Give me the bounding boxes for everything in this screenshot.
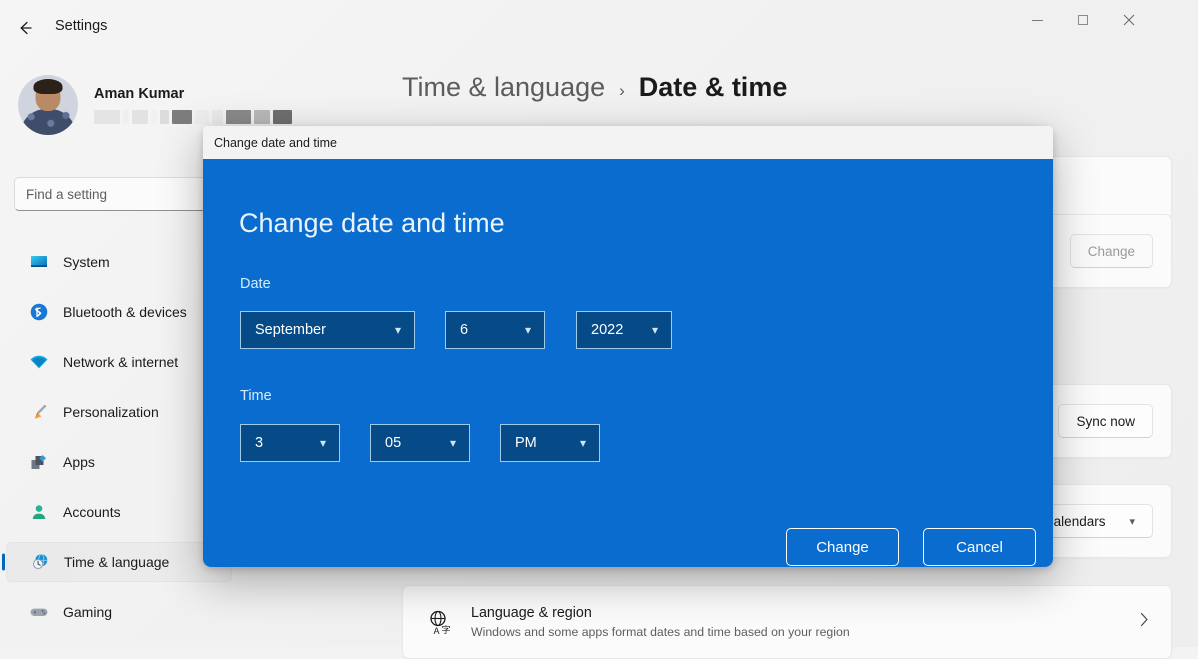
search-input[interactable] xyxy=(14,177,214,211)
redaction-block xyxy=(132,110,148,124)
year-dropdown[interactable]: 2022 ▾ xyxy=(576,311,672,349)
redaction-block xyxy=(195,110,209,124)
button-label: Cancel xyxy=(956,539,1003,556)
minute-value: 05 xyxy=(371,435,450,451)
chevron-down-icon: ▾ xyxy=(320,437,339,449)
sidebar-item-label: System xyxy=(63,254,110,270)
sidebar-item-label: Gaming xyxy=(63,604,112,620)
maximize-button[interactable] xyxy=(1060,0,1106,40)
chevron-down-icon: ▾ xyxy=(395,324,414,336)
day-value: 6 xyxy=(446,322,525,338)
time-label: Time xyxy=(240,388,272,404)
avatar xyxy=(18,75,78,135)
change-button[interactable]: Change xyxy=(786,528,899,566)
close-button[interactable] xyxy=(1106,0,1152,40)
date-label: Date xyxy=(240,276,271,292)
chevron-down-icon: ▾ xyxy=(1129,515,1135,528)
sync-now-button[interactable]: Sync now xyxy=(1058,404,1153,438)
back-arrow-icon[interactable] xyxy=(10,12,42,44)
sidebar-item-system[interactable]: System xyxy=(6,242,232,282)
svg-text:A: A xyxy=(433,626,439,635)
window-title: Settings xyxy=(55,18,107,34)
sidebar-item-time-language[interactable]: Time & language xyxy=(6,542,232,582)
bluetooth-icon xyxy=(28,301,50,323)
paintbrush-icon xyxy=(28,401,50,423)
sidebar-item-label: Apps xyxy=(63,454,95,470)
breadcrumb-parent[interactable]: Time & language xyxy=(402,72,605,103)
selection-indicator xyxy=(2,554,5,571)
minimize-icon xyxy=(1032,20,1043,21)
chevron-down-icon: ▾ xyxy=(525,324,544,336)
hour-dropdown[interactable]: 3 ▾ xyxy=(240,424,340,462)
sidebar-item-bluetooth-devices[interactable]: Bluetooth & devices xyxy=(6,292,232,332)
month-dropdown[interactable]: September ▾ xyxy=(240,311,415,349)
clock-globe-icon xyxy=(29,551,51,573)
sidebar-item-accounts[interactable]: Accounts xyxy=(6,492,232,532)
sidebar-item-label: Bluetooth & devices xyxy=(63,304,187,320)
chevron-down-icon: ▾ xyxy=(580,437,599,449)
dialog-body: Change date and time Date September ▾ 6 … xyxy=(203,159,1053,567)
button-label: Sync now xyxy=(1076,414,1135,429)
sidebar-item-label: Network & internet xyxy=(63,354,178,370)
dialog-titlebar-text: Change date and time xyxy=(214,136,337,150)
monitor-icon xyxy=(28,251,50,273)
sidebar: Aman Kumar SystemBluetooth & devicesNetw… xyxy=(0,56,232,647)
language-globe-icon: A 字 xyxy=(425,609,455,635)
wifi-icon xyxy=(28,351,50,373)
button-label: Change xyxy=(816,539,869,556)
sidebar-item-personalization[interactable]: Personalization xyxy=(6,392,232,432)
card-title: Language & region xyxy=(471,605,850,621)
apps-icon xyxy=(28,451,50,473)
maximize-icon xyxy=(1078,15,1088,25)
window-titlebar: Settings xyxy=(0,0,1198,56)
set-manually-change-button[interactable]: Change xyxy=(1070,234,1153,268)
minimize-button[interactable] xyxy=(1014,0,1060,40)
sidebar-nav: System Bluetooth & devices Network & inter… xyxy=(6,242,232,642)
person-icon xyxy=(28,501,50,523)
chevron-down-icon: ▾ xyxy=(652,324,671,336)
redaction-block xyxy=(151,110,157,124)
breadcrumb: Time & language › Date & time xyxy=(402,72,787,103)
dialog-titlebar: Change date and time xyxy=(203,126,1053,159)
button-label: Change xyxy=(1088,244,1135,259)
dialog-heading: Change date and time xyxy=(239,208,505,239)
chevron-right-icon xyxy=(1140,612,1149,632)
redaction-block xyxy=(160,110,169,124)
change-date-and-time-dialog: Change date and time Change date and tim… xyxy=(203,126,1053,567)
close-icon xyxy=(1123,14,1135,26)
minute-dropdown[interactable]: 05 ▾ xyxy=(370,424,470,462)
gamepad-icon xyxy=(28,601,50,623)
meridiem-value: PM xyxy=(501,435,580,451)
sidebar-item-network-internet[interactable]: Network & internet xyxy=(6,342,232,382)
sidebar-item-apps[interactable]: Apps xyxy=(6,442,232,482)
cancel-button[interactable]: Cancel xyxy=(923,528,1036,566)
settings-window: Settings Aman Kumar SystemBluetoot xyxy=(0,0,1198,647)
month-value: September xyxy=(241,322,395,338)
redaction-block xyxy=(94,110,120,124)
card-subtitle: Windows and some apps format dates and t… xyxy=(471,625,850,639)
meridiem-dropdown[interactable]: PM ▾ xyxy=(500,424,600,462)
breadcrumb-separator-icon: › xyxy=(619,81,625,101)
card-language-and-region[interactable]: A 字 Language & region Windows and some a… xyxy=(402,585,1172,659)
sidebar-item-gaming[interactable]: Gaming xyxy=(6,592,232,632)
redaction-block xyxy=(172,110,192,124)
sidebar-item-label: Personalization xyxy=(63,404,159,420)
chevron-down-icon: ▾ xyxy=(450,437,469,449)
day-dropdown[interactable]: 6 ▾ xyxy=(445,311,545,349)
hour-value: 3 xyxy=(241,435,320,451)
svg-text:字: 字 xyxy=(441,624,450,635)
page-title: Date & time xyxy=(639,72,788,103)
redaction-block xyxy=(212,110,223,124)
sidebar-item-label: Accounts xyxy=(63,504,121,520)
search-box[interactable] xyxy=(14,177,214,211)
year-value: 2022 xyxy=(577,322,652,338)
sidebar-item-label: Time & language xyxy=(64,554,169,570)
redaction-block xyxy=(123,110,129,124)
